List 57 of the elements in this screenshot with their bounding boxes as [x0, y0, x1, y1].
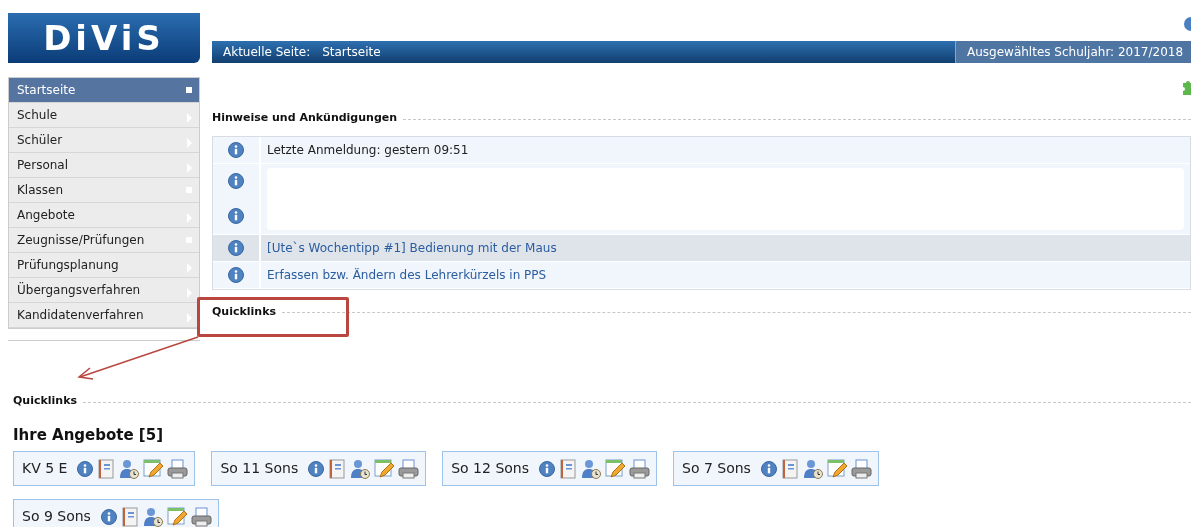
- sidebar-item[interactable]: Prüfungsplanung: [9, 253, 199, 278]
- school-year: Ausgewähltes Schuljahr: 2017/2018: [967, 44, 1184, 61]
- section-title: Quicklinks: [13, 393, 78, 409]
- printer-icon[interactable]: [167, 458, 189, 479]
- current-page-label: Aktuelle Seite:: [223, 44, 311, 61]
- sidebar-item[interactable]: Klassen: [9, 178, 199, 203]
- offer-card[interactable]: KV 5 E: [13, 451, 196, 486]
- offer-card[interactable]: So 12 Sons: [442, 451, 657, 486]
- info-icon: [228, 141, 244, 158]
- info-icon: [228, 266, 244, 283]
- section-title: Hinweise und Ankündigungen: [212, 110, 398, 126]
- sidebar-item[interactable]: Startseite: [9, 78, 199, 103]
- table-pencil-icon[interactable]: [826, 458, 847, 479]
- puzzle-icon[interactable]: [1183, 79, 1191, 95]
- notebook-icon[interactable]: [97, 458, 116, 479]
- table-pencil-icon[interactable]: [143, 458, 164, 479]
- printer-icon[interactable]: [850, 458, 872, 479]
- table-pencil-icon[interactable]: [374, 458, 395, 479]
- globe-icon[interactable]: [1183, 16, 1191, 32]
- person-clock-icon[interactable]: [802, 458, 823, 479]
- square-icon: [186, 87, 192, 93]
- notice-text: Letzte Anmeldung: gestern 09:51: [266, 141, 469, 159]
- sidebar-item[interactable]: Schüler: [9, 128, 199, 153]
- notebook-icon[interactable]: [559, 458, 577, 479]
- notebook-icon[interactable]: [780, 458, 799, 479]
- info-icon: [77, 460, 94, 477]
- info-icon: [228, 173, 244, 189]
- offer-card[interactable]: So 11 Sons: [211, 451, 427, 486]
- table-pencil-icon[interactable]: [166, 506, 187, 527]
- person-clock-icon[interactable]: [119, 458, 140, 479]
- info-icon: [539, 460, 555, 477]
- printer-icon[interactable]: [190, 506, 212, 527]
- section-title: Quicklinks: [212, 303, 277, 320]
- person-clock-icon[interactable]: [350, 458, 371, 479]
- sidebar-item[interactable]: Angebote: [9, 203, 199, 228]
- sidebar-item[interactable]: Kandidatenverfahren: [9, 303, 199, 328]
- person-clock-icon[interactable]: [142, 506, 163, 527]
- info-icon: [228, 239, 244, 256]
- offer-card[interactable]: So 9 Sons: [13, 499, 219, 527]
- logo: DiViS: [8, 13, 200, 63]
- person-clock-icon[interactable]: [581, 458, 601, 479]
- info-icon: [100, 508, 117, 525]
- table-pencil-icon[interactable]: [605, 458, 625, 479]
- sidebar-item[interactable]: Übergangsverfahren: [9, 278, 199, 303]
- printer-icon[interactable]: [398, 458, 420, 479]
- info-icon: [308, 460, 325, 477]
- info-icon: [760, 460, 777, 477]
- sidebar-item[interactable]: Schule: [9, 103, 199, 128]
- notebook-icon[interactable]: [120, 506, 139, 527]
- current-page: Startseite: [322, 44, 381, 61]
- printer-icon[interactable]: [629, 458, 650, 479]
- sidebar-item[interactable]: Personal: [9, 153, 199, 178]
- offers-heading: Ihre Angebote [5]: [13, 424, 164, 446]
- offer-card[interactable]: So 7 Sons: [673, 451, 879, 486]
- notebook-icon[interactable]: [328, 458, 347, 479]
- sidebar-item[interactable]: Zeugnisse/Prüfungen: [9, 228, 199, 253]
- info-icon: [228, 208, 244, 224]
